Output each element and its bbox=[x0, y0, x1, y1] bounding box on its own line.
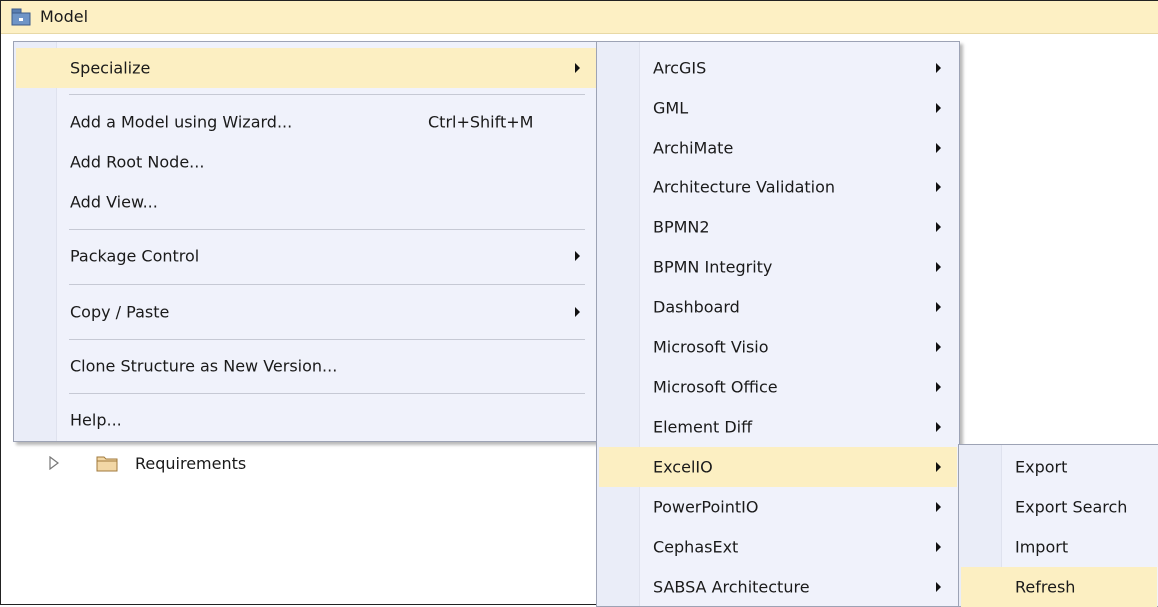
menu-item-label: Element Diff bbox=[653, 417, 753, 437]
menu-separator bbox=[69, 393, 585, 394]
model-header[interactable]: Model bbox=[1, 1, 1158, 34]
menu-item-label: Microsoft Office bbox=[653, 377, 778, 397]
menu-item-specialize[interactable]: Specialize bbox=[16, 48, 597, 88]
submenu-arrow-icon bbox=[575, 63, 580, 73]
menu-item-label: Refresh bbox=[1015, 577, 1076, 597]
menu-item-label: Export Search bbox=[1015, 497, 1128, 517]
menu-item-label: Dashboard bbox=[653, 297, 740, 317]
submenu-arrow-icon bbox=[575, 307, 580, 317]
menu-item-refresh[interactable]: Refresh bbox=[961, 567, 1157, 607]
submenu-arrow-icon bbox=[936, 222, 941, 232]
submenu-arrow-icon bbox=[936, 182, 941, 192]
submenu-arrow-icon bbox=[936, 542, 941, 552]
menu-separator bbox=[69, 94, 585, 95]
menu-item-label: Add Root Node... bbox=[70, 152, 205, 172]
menu-item-label: Microsoft Visio bbox=[653, 337, 769, 357]
menu-item-label: Add a Model using Wizard... bbox=[70, 112, 293, 132]
menu-item-label: Copy / Paste bbox=[70, 302, 170, 322]
menu-item-microsoft-visio[interactable]: Microsoft Visio bbox=[599, 327, 957, 367]
menu-item-element-diff[interactable]: Element Diff bbox=[599, 407, 957, 447]
menu-separator bbox=[69, 284, 585, 285]
menu-item-label: BPMN2 bbox=[653, 217, 710, 237]
menu-item-export-search[interactable]: Export Search bbox=[961, 487, 1157, 527]
model-title: Model bbox=[40, 7, 89, 26]
triangle-right-icon[interactable] bbox=[48, 456, 60, 470]
menu-item-cephasext[interactable]: CephasExt bbox=[599, 527, 957, 567]
menu-item-gml[interactable]: GML bbox=[599, 88, 957, 128]
folder-icon bbox=[96, 456, 118, 472]
menu-item-label: Specialize bbox=[70, 58, 151, 78]
menu-item-help[interactable]: Help... bbox=[16, 400, 597, 440]
menu-item-add-view[interactable]: Add View... bbox=[16, 182, 597, 222]
context-menu: Specialize Add a Model using Wizard... C… bbox=[13, 41, 600, 442]
menu-item-label: Help... bbox=[70, 410, 122, 430]
menu-item-clone-structure[interactable]: Clone Structure as New Version... bbox=[16, 346, 597, 386]
package-icon bbox=[11, 8, 31, 26]
menu-item-add-root-node[interactable]: Add Root Node... bbox=[16, 142, 597, 182]
menu-item-label: Import bbox=[1015, 537, 1069, 557]
menu-item-microsoft-office[interactable]: Microsoft Office bbox=[599, 367, 957, 407]
tree-item-label: Requirements bbox=[135, 454, 247, 473]
submenu-arrow-icon bbox=[936, 502, 941, 512]
submenu-arrow-icon bbox=[936, 462, 941, 472]
menu-item-label: Export bbox=[1015, 457, 1068, 477]
menu-item-package-control[interactable]: Package Control bbox=[16, 236, 597, 276]
menu-separator bbox=[69, 339, 585, 340]
menu-item-copy-paste[interactable]: Copy / Paste bbox=[16, 292, 597, 332]
menu-item-export[interactable]: Export bbox=[961, 447, 1157, 487]
menu-item-import[interactable]: Import bbox=[961, 527, 1157, 567]
menu-item-powerpointio[interactable]: PowerPointIO bbox=[599, 487, 957, 527]
menu-item-label: ArcGIS bbox=[653, 58, 707, 78]
submenu-arrow-icon bbox=[936, 422, 941, 432]
excelio-submenu: Export Export Search Import Refresh bbox=[958, 444, 1158, 607]
menu-item-bpmn-integrity[interactable]: BPMN Integrity bbox=[599, 247, 957, 287]
submenu-arrow-icon bbox=[575, 251, 580, 261]
menu-separator bbox=[69, 229, 585, 230]
menu-item-label: Architecture Validation bbox=[653, 177, 836, 197]
submenu-arrow-icon bbox=[936, 582, 941, 592]
submenu-arrow-icon bbox=[936, 143, 941, 153]
menu-item-label: ExcelIO bbox=[653, 457, 713, 477]
specialize-submenu: ArcGIS GML ArchiMate Architecture Valida… bbox=[596, 41, 960, 607]
menu-item-label: BPMN Integrity bbox=[653, 257, 773, 277]
menu-item-label: Clone Structure as New Version... bbox=[70, 356, 338, 376]
menu-item-add-model-wizard[interactable]: Add a Model using Wizard... Ctrl+Shift+M bbox=[16, 102, 597, 142]
menu-item-bpmn2[interactable]: BPMN2 bbox=[599, 207, 957, 247]
menu-item-label: ArchiMate bbox=[653, 138, 734, 158]
submenu-arrow-icon bbox=[936, 302, 941, 312]
menu-item-label: PowerPointIO bbox=[653, 497, 759, 517]
menu-item-dashboard[interactable]: Dashboard bbox=[599, 287, 957, 327]
menu-item-excelio[interactable]: ExcelIO bbox=[599, 447, 957, 487]
submenu-arrow-icon bbox=[936, 262, 941, 272]
submenu-arrow-icon bbox=[936, 382, 941, 392]
menu-item-archimate[interactable]: ArchiMate bbox=[599, 128, 957, 168]
menu-item-sabsa-architecture[interactable]: SABSA Architecture bbox=[599, 567, 957, 607]
submenu-arrow-icon bbox=[936, 342, 941, 352]
menu-item-label: Add View... bbox=[70, 192, 158, 212]
submenu-arrow-icon bbox=[936, 103, 941, 113]
menu-item-architecture-validation[interactable]: Architecture Validation bbox=[599, 167, 957, 207]
menu-item-arcgis[interactable]: ArcGIS bbox=[599, 48, 957, 88]
menu-item-label: CephasExt bbox=[653, 537, 739, 557]
submenu-arrow-icon bbox=[936, 63, 941, 73]
menu-item-label: GML bbox=[653, 98, 689, 118]
menu-item-label: Package Control bbox=[70, 246, 200, 266]
shortcut-label: Ctrl+Shift+M bbox=[428, 112, 534, 132]
menu-item-label: SABSA Architecture bbox=[653, 577, 810, 597]
